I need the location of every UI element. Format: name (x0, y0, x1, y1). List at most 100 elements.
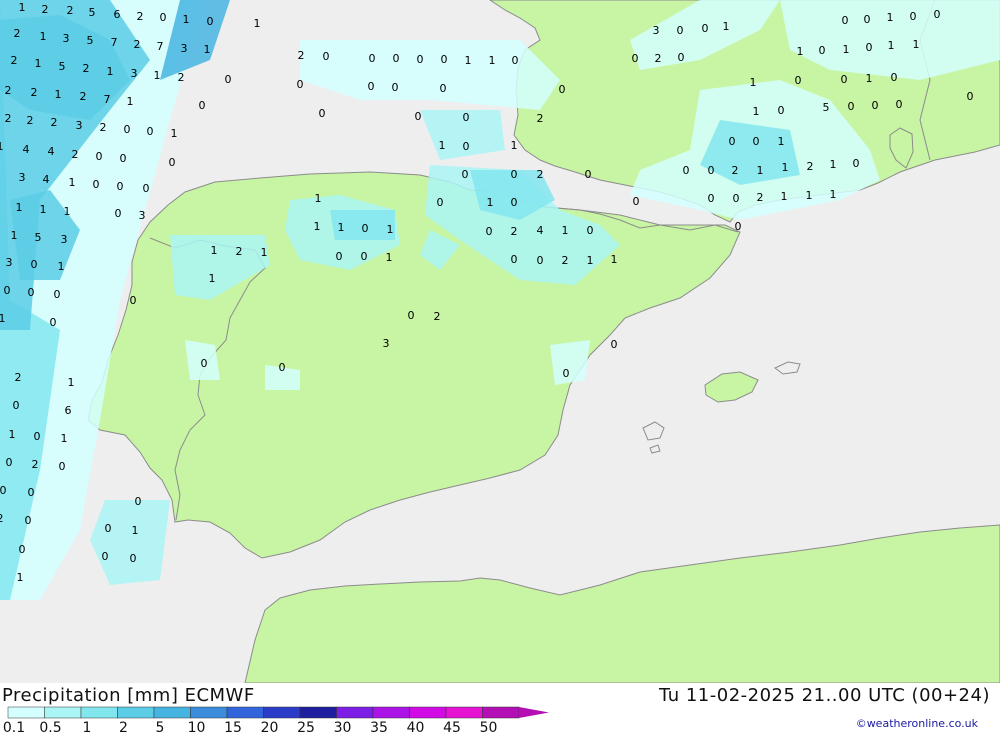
precip-value: 2 (51, 116, 58, 129)
precip-value: 2 (134, 38, 141, 51)
precip-value: 0 (708, 192, 715, 205)
legend-swatch (482, 706, 520, 719)
precip-value: 1 (753, 105, 760, 118)
precip-value: 1 (16, 201, 23, 214)
precip-value: 1 (782, 161, 789, 174)
precip-value: 0 (462, 168, 469, 181)
precip-value: 0 (841, 73, 848, 86)
precip-value: 1 (465, 54, 472, 67)
precip-value: 5 (89, 6, 96, 19)
precip-value: 1 (888, 39, 895, 52)
precip-value: 0 (4, 284, 11, 297)
precip-value: 0 (279, 361, 286, 374)
precip-value: 0 (28, 486, 35, 499)
precip-value: 2 (67, 4, 74, 17)
legend-tick-label: 10 (188, 720, 206, 733)
precip-value: 4 (23, 143, 30, 156)
precip-value: 0 (677, 24, 684, 37)
precip-value: 0 (512, 54, 519, 67)
precip-value: 1 (781, 190, 788, 203)
precip-value: 0 (735, 220, 742, 233)
legend-swatch (409, 706, 447, 719)
precip-value: 1 (587, 254, 594, 267)
precip-value: 0 (135, 495, 142, 508)
precip-value: 0 (362, 222, 369, 235)
precip-value: 7 (104, 93, 111, 106)
precip-value: 2 (15, 371, 22, 384)
precip-value: 1 (778, 135, 785, 148)
legend-tick-label: 50 (480, 720, 498, 733)
legend-swatch (299, 706, 337, 719)
precip-value: 2 (0, 512, 4, 525)
precip-value: 1 (17, 571, 24, 584)
precip-value: 3 (76, 119, 83, 132)
precip-value: 3 (181, 42, 188, 55)
precip-value: 1 (40, 203, 47, 216)
precip-value: 0 (169, 156, 176, 169)
precip-value: 5 (59, 60, 66, 73)
precip-value: 1 (209, 272, 216, 285)
precip-value: 3 (6, 256, 13, 269)
precipitation-legend: 0.1 0.5 1 2 5 10 15 20 25 30 35 40 45 50 (3, 706, 549, 733)
precip-value: 1 (0, 312, 6, 325)
precip-value: 1 (55, 88, 62, 101)
precip-value: 0 (866, 41, 873, 54)
precip-value: 3 (61, 233, 68, 246)
precip-value: 0 (702, 22, 709, 35)
precip-value: 3 (131, 67, 138, 80)
precip-value: 2 (732, 164, 739, 177)
precip-value: 0 (587, 224, 594, 237)
precip-value: 2 (537, 168, 544, 181)
precip-value: 2 (137, 10, 144, 23)
precip-value: 0 (13, 399, 20, 412)
precip-value: 0 (729, 135, 736, 148)
precip-area (550, 340, 590, 385)
legend-tick-label: 35 (370, 720, 388, 733)
precip-value: 1 (64, 205, 71, 218)
precip-value: 0 (440, 82, 447, 95)
precip-value: 0 (864, 13, 871, 26)
precip-value: 0 (678, 51, 685, 64)
precip-value: 0 (795, 74, 802, 87)
precip-value: 0 (50, 316, 57, 329)
precip-value: 0 (891, 71, 898, 84)
precip-value: 0 (967, 90, 974, 103)
precip-value: 0 (441, 53, 448, 66)
precip-value: 1 (387, 223, 394, 236)
precip-value: 0 (585, 168, 592, 181)
precip-value: 0 (336, 250, 343, 263)
precip-value: 3 (19, 171, 26, 184)
legend-tick-label: 0.1 (3, 720, 25, 733)
precip-value: 1 (40, 30, 47, 43)
precip-value: 1 (171, 127, 178, 140)
precip-value: 0 (611, 338, 618, 351)
precip-value: 1 (61, 432, 68, 445)
precip-value: 1 (562, 224, 569, 237)
precip-value: 1 (154, 69, 161, 82)
precip-value: 1 (511, 139, 518, 152)
precip-value: 0 (934, 8, 941, 21)
legend-swatch (117, 706, 155, 719)
precip-value: 0 (323, 50, 330, 63)
precip-value: 0 (463, 140, 470, 153)
precip-value: 0 (486, 225, 493, 238)
precip-value: 0 (59, 460, 66, 473)
precip-value: 1 (866, 72, 873, 85)
precip-value: 2 (562, 254, 569, 267)
precip-value: 0 (115, 207, 122, 220)
precip-value: 0 (54, 288, 61, 301)
precip-value: 0 (117, 180, 124, 193)
precip-value: 2 (100, 121, 107, 134)
precip-value: 1 (487, 196, 494, 209)
precip-value: 1 (107, 65, 114, 78)
precip-value: 1 (204, 43, 211, 56)
legend-tick-label: 15 (224, 720, 242, 733)
legend-tick-label: 5 (156, 720, 165, 733)
precip-value: 0 (559, 83, 566, 96)
precip-value: 0 (34, 430, 41, 443)
precip-value: 0 (93, 178, 100, 191)
legend-tick-label: 25 (297, 720, 315, 733)
precip-value: 3 (383, 337, 390, 350)
precip-value: 1 (68, 376, 75, 389)
precip-value: 4 (48, 145, 55, 158)
